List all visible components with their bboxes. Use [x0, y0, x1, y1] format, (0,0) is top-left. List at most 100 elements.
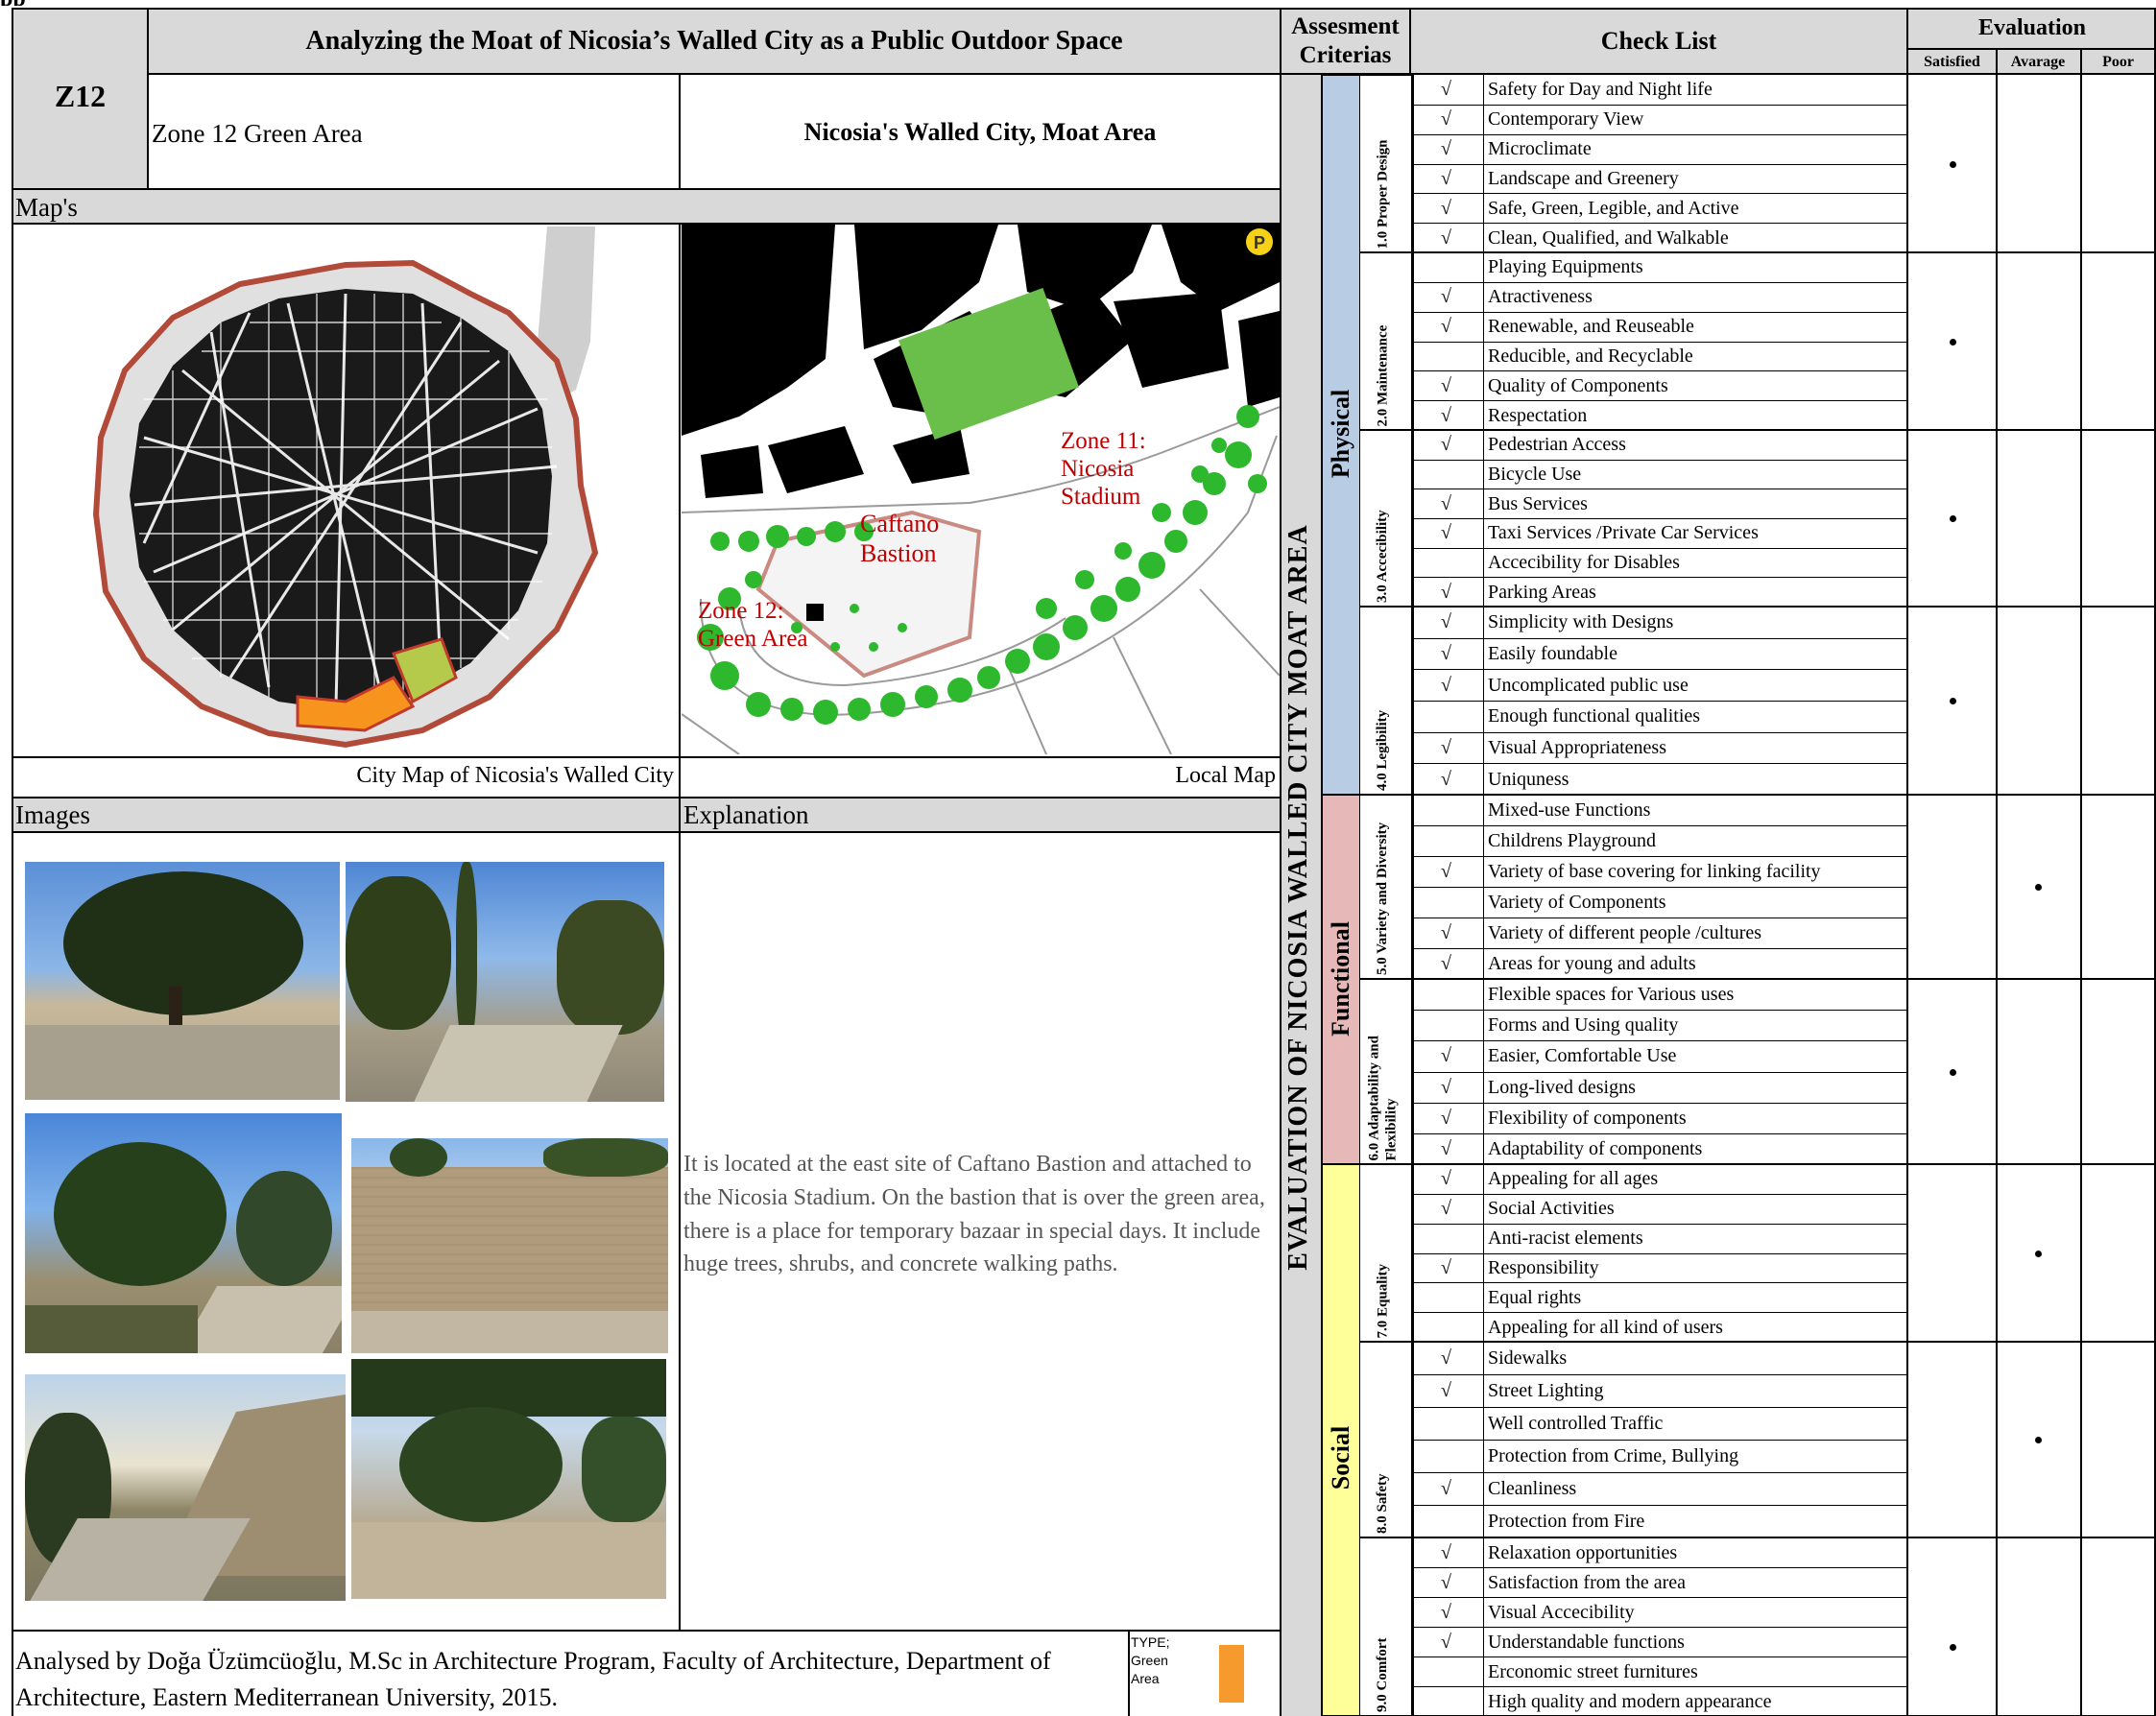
checklist-item-label: Visual Accecibility	[1488, 1601, 1635, 1623]
checklist-item-label: Understandable functions	[1488, 1631, 1685, 1653]
check-mark-icon: √	[1441, 1256, 1451, 1278]
photo-5	[25, 1374, 346, 1601]
checklist-item-label: Uncomplicated public use	[1488, 674, 1689, 696]
group-label-functional: Functional	[1327, 920, 1354, 1037]
footer-credit: Analysed by Doğa Üzümcüoğlu, M.Sc in Arc…	[15, 1647, 1051, 1711]
checklist-item-label: Parking Areas	[1488, 581, 1596, 603]
checklist-item-label: Protection from Crime, Bullying	[1488, 1445, 1739, 1466]
check-mark-icon: √	[1441, 1045, 1451, 1067]
subcategory-label: 3.0 Accecibility	[1375, 510, 1390, 603]
checklist-item-label: Safe, Green, Legible, and Active	[1488, 197, 1739, 219]
checklist-item-label: Anti-racist elements	[1488, 1227, 1643, 1250]
check-mark-icon: √	[1441, 922, 1451, 943]
checklist-item-label: Equal rights	[1488, 1286, 1582, 1308]
checklist-item-label: Forms and Using quality	[1488, 1014, 1679, 1037]
checklist-item-label: Respectation	[1488, 404, 1588, 426]
checklist-item-label: Accecibility for Disables	[1488, 552, 1680, 573]
checklist-item-label: Well controlled Traffic	[1488, 1413, 1664, 1434]
checklist-row	[1412, 1342, 1908, 1374]
checklist-item-label: Atractiveness	[1488, 286, 1593, 308]
zone-name: Zone 12 Green Area	[152, 119, 363, 148]
check-mark-icon: √	[1441, 1168, 1451, 1190]
photo-3	[25, 1113, 342, 1353]
city-map-caption: City Map of Nicosia's Walled City	[356, 763, 674, 788]
check-mark-icon: √	[1441, 674, 1451, 696]
checklist-item-label: Variety of Components	[1488, 892, 1666, 913]
checklist-row	[1412, 252, 1908, 282]
evaluation-dot-satisfied	[1949, 160, 1956, 168]
checklist-item-label: Long-lived designs	[1488, 1076, 1636, 1098]
checklist-row	[1412, 460, 1908, 489]
page-title: Analyzing the Moat of Nicosia’s Walled C…	[147, 8, 1282, 75]
checklist-item-label: Responsibility	[1488, 1256, 1599, 1278]
checklist-item-label: Easily foundable	[1488, 643, 1617, 664]
checklist-item-label: Playing Equipments	[1488, 256, 1643, 278]
checklist-row	[1412, 400, 1908, 430]
checklist-item-label: Appealing for all kind of users	[1488, 1316, 1723, 1338]
check-mark-icon: √	[1441, 1571, 1451, 1593]
checklist-item-label: Appealing for all ages	[1488, 1168, 1659, 1190]
checklist-item-label: Visual Appropriateness	[1488, 737, 1666, 758]
main-vertical-label: EVALUATION OF NICOSIA WALLED CITY MOAT A…	[1283, 524, 1313, 1271]
check-mark-icon: √	[1441, 522, 1451, 544]
eval-column-satisfied: Satisfied	[1924, 54, 1980, 70]
type-label: TYPE; Green Area	[1131, 1634, 1170, 1686]
checklist-row	[1412, 430, 1908, 460]
check-mark-icon: √	[1441, 167, 1451, 189]
checklist-item-label: Clean, Qualified, and Walkable	[1488, 226, 1729, 249]
check-mark-icon: √	[1441, 581, 1451, 603]
check-mark-icon: √	[1441, 611, 1451, 633]
checklist-item-label: Adaptability of components	[1488, 1137, 1703, 1159]
checklist-item-label: Easier, Comfortable Use	[1488, 1045, 1677, 1067]
worksheet-page: pp Z12 Analyzing the Moat of Nicosia’s W…	[0, 0, 2156, 1716]
subcategory-label: 5.0 Variety and Diversity	[1375, 822, 1390, 975]
checklist-item-label: Protection from Fire	[1488, 1511, 1645, 1532]
maps-section-label: Map's	[15, 193, 78, 222]
images-section-bar	[12, 797, 681, 833]
checklist-item-label: Reducible, and Recyclable	[1488, 345, 1693, 367]
evaluation-dot-satisfied	[1949, 1068, 1956, 1076]
checklist-item-label: Enough functional qualities	[1488, 705, 1701, 727]
check-mark-icon: √	[1441, 1541, 1451, 1563]
local-map-bastion-building	[806, 604, 824, 621]
check-mark-icon: √	[1441, 316, 1451, 338]
subcategory-label: 8.0 Safety	[1375, 1473, 1390, 1535]
subcategory-label: 7.0 Equality	[1375, 1263, 1390, 1338]
checklist-row	[1412, 763, 1908, 795]
checklist-row	[1412, 1472, 1908, 1505]
check-mark-icon: √	[1441, 1076, 1451, 1098]
evaluation-dot-avarage	[2035, 1250, 2042, 1257]
checklist-item-label: Pedestrian Access	[1488, 434, 1626, 456]
explanation-text: It is located at the east site of Caftan…	[683, 1152, 1265, 1277]
checklist-item-label: Quality of Components	[1488, 374, 1668, 396]
checklist-item-label: Satisfaction from the area	[1488, 1571, 1687, 1593]
checklist-item-label: Uniquness	[1488, 768, 1569, 790]
checklist-row	[1412, 638, 1908, 670]
check-mark-icon: √	[1441, 286, 1451, 308]
checklist-item-label: Simplicity with Designs	[1488, 611, 1674, 633]
check-mark-icon: √	[1441, 953, 1451, 974]
checklist-item-label: Bus Services	[1488, 492, 1588, 514]
subcategory-label: 2.0 Maintenance	[1375, 324, 1390, 426]
check-mark-icon: √	[1441, 79, 1451, 101]
eval-column-poor: Poor	[2102, 54, 2134, 70]
checklist-row	[1412, 1253, 1908, 1283]
checklist-row	[1412, 282, 1908, 312]
explanation-section-label: Explanation	[683, 800, 809, 829]
check-mark-icon: √	[1441, 434, 1451, 456]
local-map-caption: Local Map	[1175, 763, 1276, 788]
check-mark-icon: √	[1441, 1107, 1451, 1129]
check-mark-icon: √	[1441, 1198, 1451, 1220]
checklist-item-label: Renewable, and Reuseable	[1488, 316, 1694, 338]
check-mark-icon: √	[1441, 1347, 1451, 1369]
photo-6	[351, 1359, 666, 1599]
checklist-item-label: Street Lighting	[1488, 1380, 1604, 1401]
checklist-row	[1412, 1224, 1908, 1253]
photo-4	[351, 1138, 668, 1353]
assessment-header: Assesment Criterias	[1291, 13, 1400, 68]
check-mark-icon: √	[1441, 1631, 1451, 1653]
checklist-header: Check List	[1600, 27, 1717, 55]
location-title: Nicosia's Walled City, Moat Area	[803, 118, 1157, 146]
checklist-item-label: Contemporary View	[1488, 108, 1644, 131]
checklist-item-label: Mixed-use Functions	[1488, 799, 1651, 821]
